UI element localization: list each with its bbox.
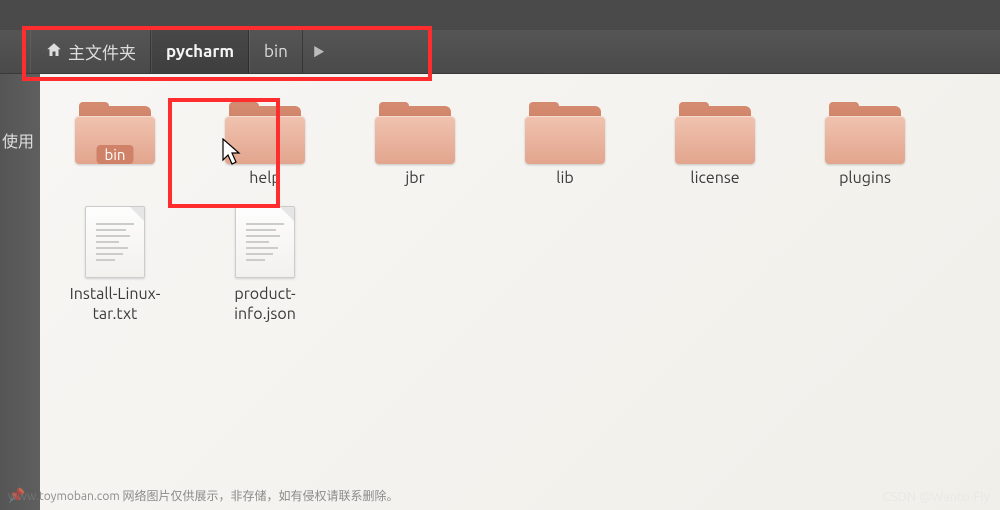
text-file-icon bbox=[85, 206, 145, 278]
item-label: jbr bbox=[405, 168, 424, 188]
item-label: help bbox=[249, 168, 281, 188]
folder-icon: bin bbox=[75, 102, 155, 162]
sidebar: 使用 bbox=[0, 74, 40, 510]
item-label: Install-Linux-tar.txt bbox=[60, 284, 170, 324]
folder-icon bbox=[525, 102, 605, 162]
sidebar-item[interactable]: 使用 bbox=[0, 122, 34, 158]
folder-icon bbox=[675, 102, 755, 162]
home-icon bbox=[45, 41, 63, 63]
file-install-linux[interactable]: Install-Linux-tar.txt bbox=[60, 206, 170, 324]
breadcrumb-bin[interactable]: bin bbox=[249, 30, 303, 73]
folder-badge: bin bbox=[97, 145, 134, 164]
breadcrumb-item-label: pycharm bbox=[166, 42, 234, 61]
breadcrumb-home-label: 主文件夹 bbox=[68, 39, 136, 64]
folder-plugins[interactable]: plugins bbox=[810, 102, 920, 188]
folder-license[interactable]: license bbox=[660, 102, 770, 188]
folder-icon bbox=[375, 102, 455, 162]
breadcrumb-item-label: bin bbox=[264, 42, 288, 61]
folder-jbr[interactable]: jbr bbox=[360, 102, 470, 188]
item-label: lib bbox=[556, 168, 573, 188]
folder-help[interactable]: help bbox=[210, 102, 320, 188]
breadcrumb-pycharm[interactable]: pycharm bbox=[151, 30, 249, 73]
file-grid: bin help jbr lib bbox=[40, 74, 1000, 510]
folder-icon bbox=[825, 102, 905, 162]
breadcrumb-expand[interactable]: ▶ bbox=[303, 43, 335, 60]
item-label: license bbox=[690, 168, 739, 188]
watermark-right: CSDN @Wanto-Fly bbox=[883, 490, 990, 504]
watermark-left: www.toymoban.com 网络图片仅供展示，非存储，如有侵权请联系删除。 bbox=[8, 487, 398, 504]
breadcrumb-home[interactable]: 主文件夹 bbox=[30, 30, 151, 73]
item-label: product-info.json bbox=[210, 284, 320, 324]
item-label: plugins bbox=[839, 168, 891, 188]
folder-icon bbox=[225, 102, 305, 162]
text-file-icon bbox=[235, 206, 295, 278]
file-product-info[interactable]: product-info.json bbox=[210, 206, 320, 324]
breadcrumb: 主文件夹 pycharm bin ▶ bbox=[0, 30, 1000, 74]
folder-lib[interactable]: lib bbox=[510, 102, 620, 188]
folder-bin[interactable]: bin bbox=[60, 102, 170, 188]
